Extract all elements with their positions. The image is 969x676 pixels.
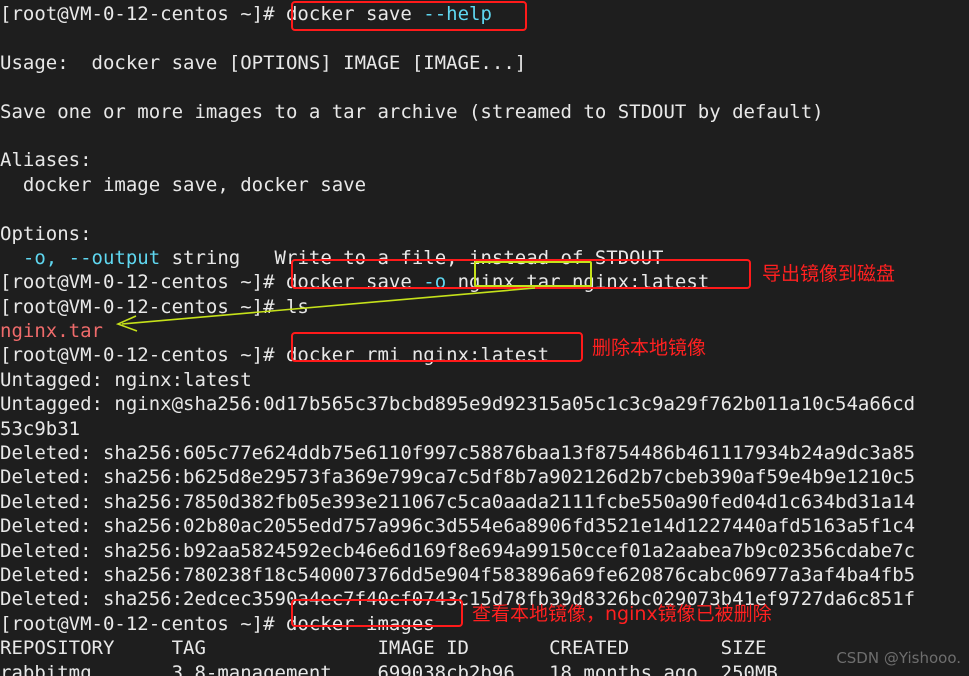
terminal-line: REPOSITORY TAG IMAGE ID CREATED SIZE bbox=[0, 636, 969, 660]
terminal-line: rabbitmq 3.8-management 699038cb2b96 18 … bbox=[0, 661, 969, 676]
terminal-line: Deleted: sha256:02b80ac2055edd757a996c3d… bbox=[0, 514, 969, 538]
terminal-line: Deleted: sha256:b625d8e29573fa369e799ca7… bbox=[0, 465, 969, 489]
terminal-line: Options: bbox=[0, 222, 969, 246]
terminal-text: Untagged: nginx:latest bbox=[0, 368, 252, 391]
terminal-text: rabbitmq 3.8-management 699038cb2b96 18 … bbox=[0, 661, 778, 676]
terminal-text: docker images bbox=[285, 612, 435, 635]
terminal-text: 53c9b31 bbox=[0, 417, 81, 440]
watermark-label: CSDN @Yishooo. bbox=[836, 648, 961, 667]
terminal-line: Deleted: sha256:7850d382fb05e393e211067c… bbox=[0, 490, 969, 514]
terminal-line: [root@VM-0-12-centos ~]# ls bbox=[0, 295, 969, 319]
terminal-text: Deleted: sha256:b625d8e29573fa369e799ca7… bbox=[0, 466, 916, 489]
shell-prompt: [root@VM-0-12-centos ~]# bbox=[0, 3, 286, 25]
terminal-text: docker save bbox=[285, 271, 424, 294]
terminal-line: [root@VM-0-12-centos ~]# docker save --h… bbox=[0, 2, 969, 26]
terminal-text: string Write to a file, instead of STDOU… bbox=[160, 246, 664, 269]
annotation-view-images: 查看本地镜像，nginx镜像已被删除 bbox=[472, 603, 772, 625]
terminal-text: Save one or more images to a tar archive… bbox=[0, 100, 824, 123]
annotation-export-image: 导出镜像到磁盘 bbox=[762, 263, 896, 285]
terminal-text: Deleted: sha256:b92aa5824592ecb46e6d169f… bbox=[0, 539, 916, 562]
terminal-line: 53c9b31 bbox=[0, 417, 969, 441]
terminal-text: nginx.tar bbox=[0, 320, 103, 343]
annotation-delete-image: 删除本地镜像 bbox=[592, 337, 707, 359]
terminal-text: Aliases: bbox=[0, 149, 92, 172]
terminal-window[interactable]: [root@VM-0-12-centos ~]# docker save --h… bbox=[0, 0, 969, 676]
terminal-line: Untagged: nginx:latest bbox=[0, 368, 969, 392]
terminal-text: Deleted: sha256:780238f18c540007376dd5e9… bbox=[0, 563, 916, 586]
shell-prompt: [root@VM-0-12-centos ~]# bbox=[0, 344, 286, 367]
terminal-line: Deleted: sha256:780238f18c540007376dd5e9… bbox=[0, 563, 969, 587]
terminal-line: Save one or more images to a tar archive… bbox=[0, 100, 969, 124]
terminal-line: Untagged: nginx@sha256:0d17b565c37bcbd89… bbox=[0, 392, 969, 416]
terminal-line: Deleted: sha256:b92aa5824592ecb46e6d169f… bbox=[0, 539, 969, 563]
terminal-text: REPOSITORY TAG IMAGE ID CREATED SIZE bbox=[0, 637, 767, 660]
terminal-text: docker image save, docker save bbox=[0, 173, 367, 196]
shell-prompt: [root@VM-0-12-centos ~]# bbox=[0, 295, 286, 318]
terminal-text: ls bbox=[285, 295, 309, 318]
terminal-line: [root@VM-0-12-centos ~]# docker rmi ngin… bbox=[0, 343, 969, 367]
terminal-text: docker save bbox=[285, 3, 424, 25]
terminal-text: docker rmi nginx:latest bbox=[285, 344, 550, 367]
terminal-text: Usage: docker save [OPTIONS] IMAGE [IMAG… bbox=[0, 51, 527, 74]
terminal-text: Deleted: sha256:02b80ac2055edd757a996c3d… bbox=[0, 515, 916, 538]
shell-prompt: [root@VM-0-12-centos ~]# bbox=[0, 612, 286, 635]
terminal-line: Aliases: bbox=[0, 148, 969, 172]
terminal-text: Deleted: sha256:7850d382fb05e393e211067c… bbox=[0, 490, 916, 513]
terminal-text: -o bbox=[423, 271, 447, 294]
terminal-line: nginx.tar bbox=[0, 319, 969, 343]
terminal-text: Deleted: sha256:2edcec3590a4ec7f40cf0743… bbox=[0, 588, 916, 611]
terminal-line: Deleted: sha256:605c77e624ddb75e6110f997… bbox=[0, 441, 969, 465]
terminal-text: -o, --output bbox=[22, 246, 161, 269]
shell-prompt: [root@VM-0-12-centos ~]# bbox=[0, 271, 286, 294]
terminal-line: docker image save, docker save bbox=[0, 173, 969, 197]
terminal-text: Options: bbox=[0, 222, 92, 245]
terminal-text: Deleted: sha256:605c77e624ddb75e6110f997… bbox=[0, 442, 916, 465]
terminal-text: nginx.tar nginx:latest bbox=[446, 271, 710, 294]
terminal-text: Untagged: nginx@sha256:0d17b565c37bcbd89… bbox=[0, 393, 916, 416]
terminal-line: Usage: docker save [OPTIONS] IMAGE [IMAG… bbox=[0, 51, 969, 75]
terminal-text: --help bbox=[423, 3, 492, 25]
terminal-output: [root@VM-0-12-centos ~]# docker save --h… bbox=[0, 2, 969, 676]
